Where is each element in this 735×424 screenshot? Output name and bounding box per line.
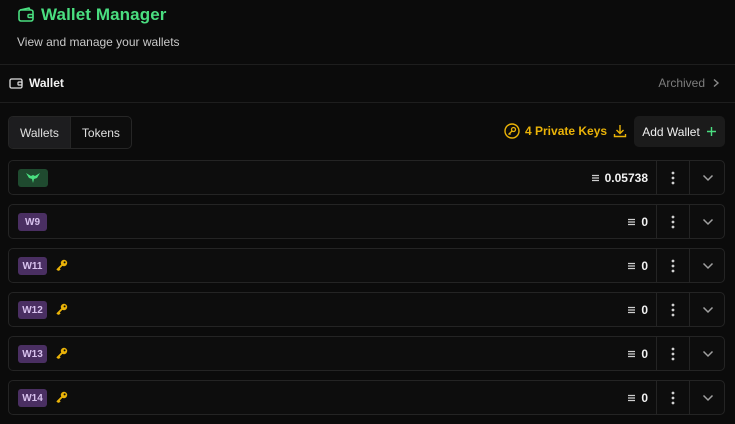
- more-vertical-icon: [671, 391, 675, 404]
- expand-button[interactable]: [691, 381, 724, 414]
- divider: [0, 102, 735, 103]
- key-icon: [56, 259, 68, 272]
- wallet-icon: [18, 7, 34, 22]
- section-label: Wallet: [29, 76, 64, 90]
- wallet-menu-button[interactable]: [656, 293, 690, 326]
- wallet-row[interactable]: W13 0: [8, 336, 725, 371]
- chevron-down-icon: [702, 350, 713, 357]
- key-icon: [56, 391, 68, 404]
- wallet-badge: W14: [18, 389, 47, 407]
- wallet-menu-button[interactable]: [656, 161, 690, 194]
- tab-wallets[interactable]: Wallets: [9, 117, 70, 148]
- more-vertical-icon: [671, 303, 675, 316]
- wallet-row[interactable]: W9 0: [8, 204, 725, 239]
- key-circle-icon: [504, 123, 520, 139]
- tab-tokens[interactable]: Tokens: [69, 117, 131, 148]
- wallet-row[interactable]: W14 0: [8, 380, 725, 415]
- page-title: Wallet Manager: [41, 5, 167, 24]
- currency-icon: [628, 350, 636, 358]
- wallet-row[interactable]: W12 0: [8, 292, 725, 327]
- add-wallet-button[interactable]: Add Wallet: [634, 116, 725, 147]
- more-vertical-icon: [671, 259, 675, 272]
- wallet-section-bar: Wallet Archived: [0, 65, 735, 102]
- wallet-badge: [18, 169, 48, 187]
- private-keys-label: 4 Private Keys: [525, 124, 608, 138]
- balance-value: 0.05738: [604, 171, 648, 185]
- chevron-right-icon: [713, 78, 720, 88]
- currency-icon: [628, 394, 636, 402]
- plus-icon: [706, 127, 716, 136]
- page-subtitle: View and manage your wallets: [17, 35, 180, 49]
- page-header: Wallet Manager View and manage your wall…: [0, 0, 735, 64]
- chevron-down-icon: [702, 262, 713, 269]
- title-row: Wallet Manager: [17, 5, 166, 25]
- balance-value: 0: [641, 259, 648, 273]
- currency-icon: [591, 174, 599, 182]
- key-icon: [56, 303, 68, 316]
- add-wallet-label: Add Wallet: [642, 124, 700, 139]
- wallet-list: 0.05738 W9 0 W11 0 W12 0 W13 0 W14 0: [8, 160, 725, 424]
- wallet-menu-button[interactable]: [656, 249, 690, 282]
- currency-icon: [628, 306, 636, 314]
- wallet-menu-button[interactable]: [656, 205, 690, 238]
- expand-button[interactable]: [691, 293, 724, 326]
- balance-value: 0: [641, 391, 648, 405]
- wallet-balance: 0: [627, 347, 648, 361]
- archived-label: Archived: [658, 76, 705, 90]
- expand-button[interactable]: [691, 161, 724, 194]
- wallet-menu-button[interactable]: [656, 337, 690, 370]
- section-title: Wallet: [9, 76, 64, 90]
- key-icon: [56, 347, 68, 360]
- chevron-down-icon: [702, 394, 713, 401]
- balance-value: 0: [641, 347, 648, 361]
- more-vertical-icon: [671, 347, 675, 360]
- balance-value: 0: [641, 303, 648, 317]
- expand-button[interactable]: [691, 205, 724, 238]
- wallet-balance: 0.05738: [591, 171, 648, 185]
- chevron-down-icon: [702, 174, 713, 181]
- currency-icon: [628, 262, 636, 270]
- horned-logo-icon: [26, 173, 40, 183]
- wallet-balance: 0: [627, 259, 648, 273]
- view-tabs: Wallets Tokens: [8, 116, 132, 149]
- chevron-down-icon: [702, 306, 713, 313]
- wallet-icon: [9, 78, 23, 89]
- more-vertical-icon: [671, 171, 675, 184]
- wallet-badge: W12: [18, 301, 47, 319]
- expand-button[interactable]: [691, 337, 724, 370]
- currency-icon: [628, 218, 636, 226]
- private-keys-button[interactable]: 4 Private Keys: [504, 123, 628, 139]
- balance-value: 0: [641, 215, 648, 229]
- expand-button[interactable]: [691, 249, 724, 282]
- wallet-balance: 0: [627, 391, 648, 405]
- wallet-menu-button[interactable]: [656, 381, 690, 414]
- wallet-badge: W13: [18, 345, 47, 363]
- chevron-down-icon: [702, 218, 713, 225]
- wallet-row[interactable]: 0.05738: [8, 160, 725, 195]
- wallet-row[interactable]: W11 0: [8, 248, 725, 283]
- more-vertical-icon: [671, 215, 675, 228]
- wallet-badge: W9: [18, 213, 47, 231]
- archived-link[interactable]: Archived: [658, 76, 721, 90]
- wallet-balance: 0: [627, 215, 648, 229]
- wallet-balance: 0: [627, 303, 648, 317]
- wallet-badge: W11: [18, 257, 47, 275]
- download-icon: [613, 125, 627, 138]
